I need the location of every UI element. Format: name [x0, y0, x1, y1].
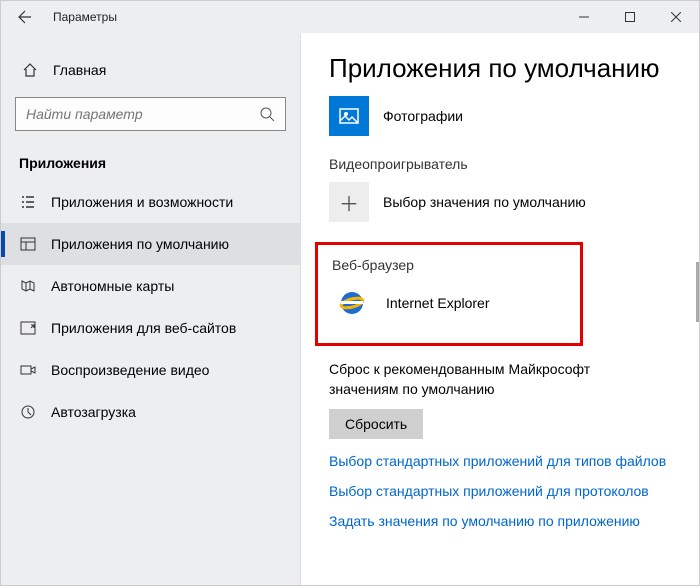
plus-icon: ＋	[329, 182, 369, 222]
section-header: Приложения	[1, 139, 300, 181]
nav-label: Приложения и возможности	[51, 194, 233, 210]
video-category-label: Видеопроигрыватель	[329, 156, 681, 172]
arrow-left-icon	[17, 9, 33, 25]
video-choose-label: Выбор значения по умолчанию	[383, 194, 586, 210]
nav-offline-maps[interactable]: Автономные карты	[1, 265, 300, 307]
back-button[interactable]	[1, 1, 49, 33]
scrollbar-thumb[interactable]	[696, 262, 699, 322]
browser-app-label: Internet Explorer	[386, 295, 490, 311]
nav-default-apps[interactable]: Приложения по умолчанию	[1, 223, 300, 265]
browser-highlight: Веб-браузер Internet Explorer	[315, 242, 583, 346]
ie-icon	[332, 283, 372, 323]
nav-label: Автономные карты	[51, 278, 174, 294]
window-controls	[561, 1, 699, 33]
video-icon	[19, 361, 37, 379]
page-title: Приложения по умолчанию	[329, 53, 681, 84]
home-label: Главная	[53, 62, 106, 78]
home-icon	[21, 61, 39, 79]
video-player-row[interactable]: ＋ Выбор значения по умолчанию	[329, 182, 681, 222]
home-nav[interactable]: Главная	[1, 51, 300, 89]
search-input[interactable]	[26, 106, 259, 122]
link-by-app[interactable]: Задать значения по умолчанию по приложен…	[329, 513, 681, 529]
nav-label: Автозагрузка	[51, 404, 136, 420]
nav-apps-features[interactable]: Приложения и возможности	[1, 181, 300, 223]
sidebar: Главная Приложения Приложения и возможно…	[1, 33, 301, 585]
website-icon	[19, 319, 37, 337]
nav-startup[interactable]: Автозагрузка	[1, 391, 300, 433]
window-title: Параметры	[53, 10, 117, 24]
link-file-types[interactable]: Выбор стандартных приложений для типов ф…	[329, 453, 681, 469]
scrollbar[interactable]	[695, 73, 699, 545]
map-icon	[19, 277, 37, 295]
startup-icon	[19, 403, 37, 421]
reset-description: Сброс к рекомендованным Майкрософт значе…	[329, 360, 681, 399]
search-icon	[259, 106, 275, 122]
link-protocols[interactable]: Выбор стандартных приложений для протоко…	[329, 483, 681, 499]
close-button[interactable]	[653, 1, 699, 33]
minimize-button[interactable]	[561, 1, 607, 33]
browser-row[interactable]: Internet Explorer	[332, 283, 566, 323]
maximize-button[interactable]	[607, 1, 653, 33]
nav-label: Приложения по умолчанию	[51, 236, 229, 252]
defaults-icon	[19, 235, 37, 253]
nav-label: Воспроизведение видео	[51, 362, 209, 378]
nav-label: Приложения для веб-сайтов	[51, 320, 236, 336]
main-panel: Приложения по умолчанию Фотографии Видео…	[301, 33, 699, 585]
list-icon	[19, 193, 37, 211]
browser-category-label: Веб-браузер	[332, 257, 566, 273]
photo-viewer-row[interactable]: Фотографии	[329, 96, 681, 136]
nav-apps-websites[interactable]: Приложения для веб-сайтов	[1, 307, 300, 349]
reset-button[interactable]: Сбросить	[329, 409, 423, 439]
photos-app-icon	[329, 96, 369, 136]
photos-app-label: Фотографии	[383, 108, 463, 124]
nav-video-playback[interactable]: Воспроизведение видео	[1, 349, 300, 391]
search-box[interactable]	[15, 97, 286, 131]
titlebar: Параметры	[1, 1, 699, 33]
